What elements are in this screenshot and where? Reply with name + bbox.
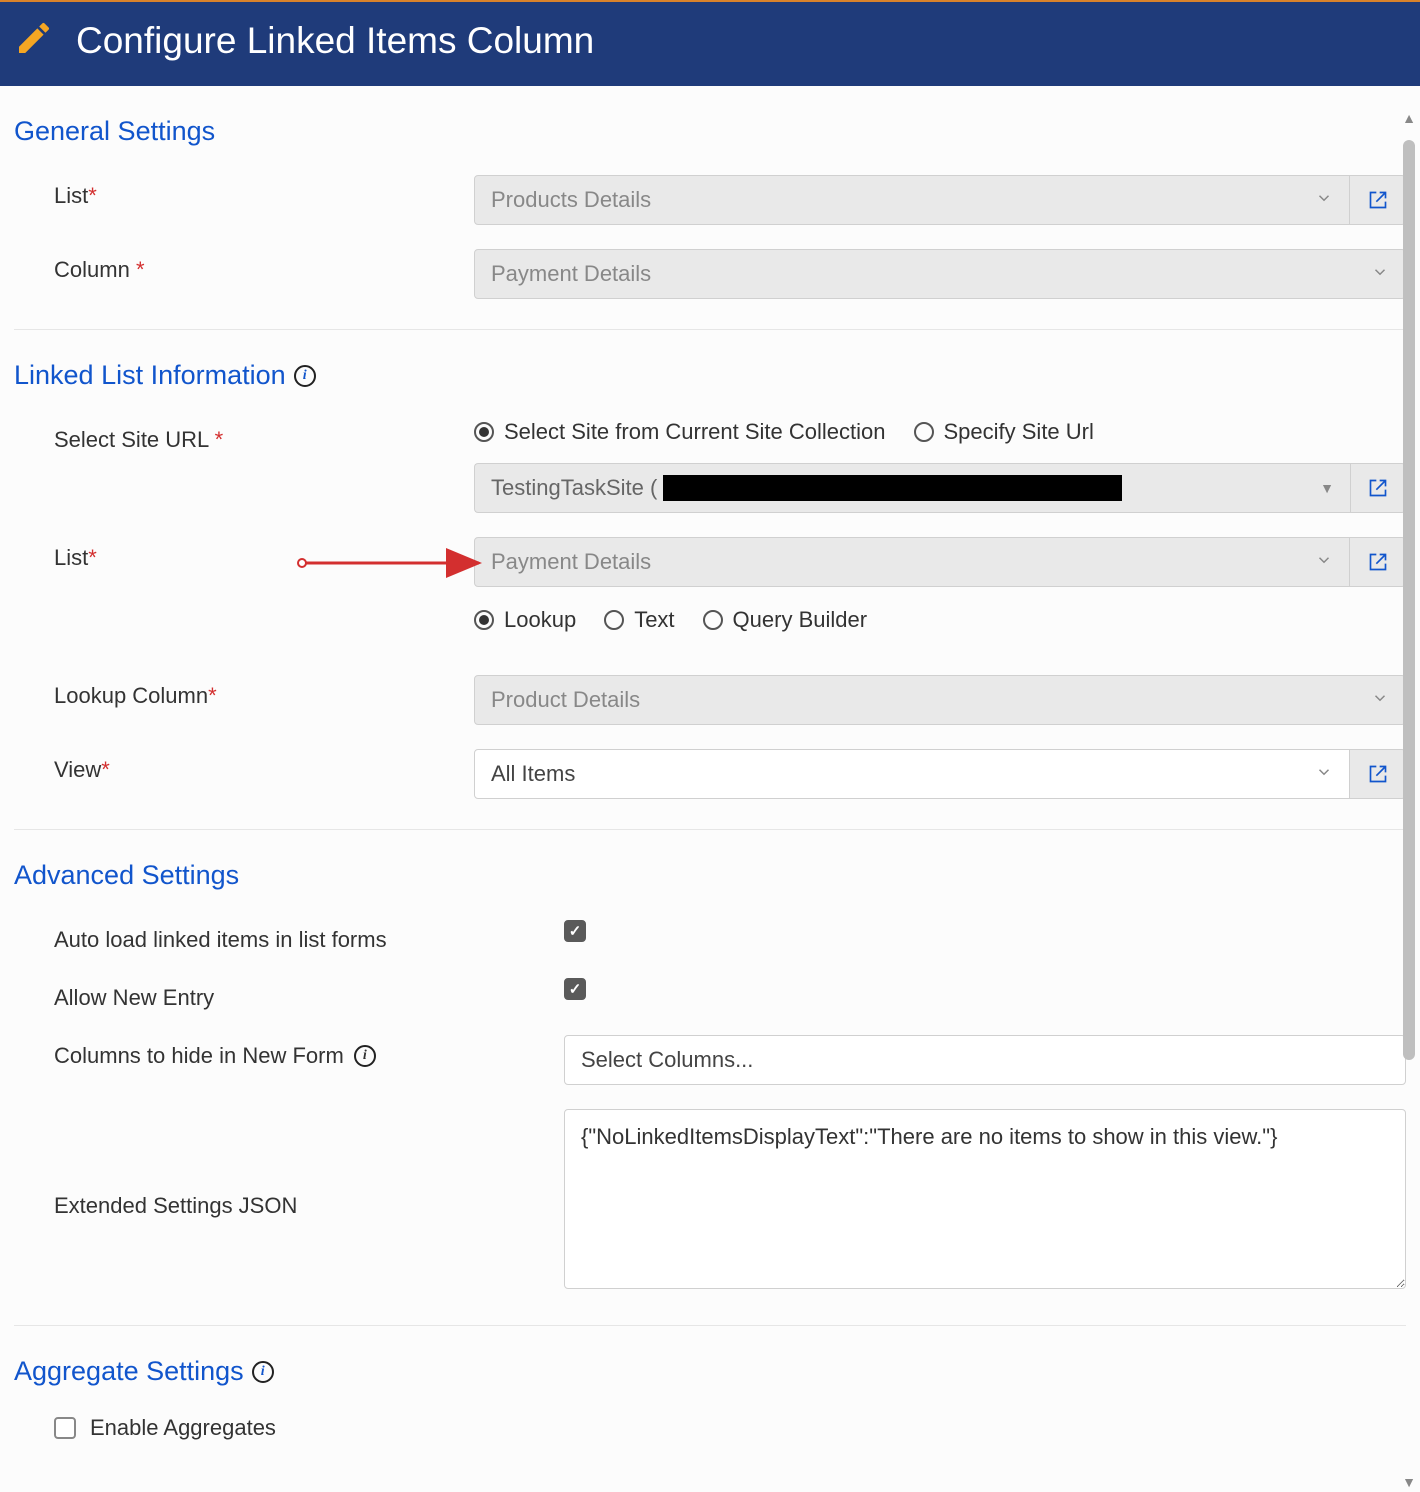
section-heading-linked: Linked List Information [14, 360, 1406, 391]
lookup-column-label: Lookup Column [54, 683, 208, 708]
scroll-down-icon[interactable]: ▼ [1402, 1474, 1416, 1490]
section-heading-general: General Settings [14, 116, 1406, 147]
chevron-down-icon [1371, 261, 1389, 287]
info-icon[interactable] [252, 1361, 274, 1383]
radio-mode-lookup[interactable]: Lookup [474, 607, 576, 633]
section-heading-aggregate: Aggregate Settings [14, 1356, 1406, 1387]
radio-site-current[interactable]: Select Site from Current Site Collection [474, 419, 886, 445]
radio-mode-query-builder[interactable]: Query Builder [703, 607, 868, 633]
list-select[interactable]: Products Details [474, 175, 1350, 225]
extended-json-textarea[interactable] [564, 1109, 1406, 1289]
info-icon[interactable] [354, 1045, 376, 1067]
radio-icon [703, 610, 723, 630]
column-label: Column [54, 257, 130, 282]
radio-icon [914, 422, 934, 442]
divider [14, 329, 1406, 330]
section-heading-advanced: Advanced Settings [14, 860, 1406, 891]
pencil-icon [14, 18, 54, 64]
dialog-header: Configure Linked Items Column [0, 0, 1420, 86]
autoload-label: Auto load linked items in list forms [54, 927, 387, 952]
chevron-down-icon [1315, 549, 1333, 575]
scroll-thumb[interactable] [1403, 140, 1415, 1060]
site-select[interactable]: TestingTaskSite ( /sites/NehaTraining/Te… [474, 463, 1350, 513]
extended-json-label: Extended Settings JSON [54, 1193, 297, 1218]
radio-icon [604, 610, 624, 630]
info-icon[interactable] [294, 365, 316, 387]
chevron-down-icon [1371, 687, 1389, 713]
radio-site-specify[interactable]: Specify Site Url [914, 419, 1094, 445]
site-url-label: Select Site URL [54, 427, 208, 452]
allow-new-label: Allow New Entry [54, 985, 214, 1010]
column-select[interactable]: Payment Details [474, 249, 1406, 299]
allow-new-checkbox[interactable] [564, 978, 586, 1000]
view-label: View [54, 757, 101, 782]
dialog-title: Configure Linked Items Column [76, 20, 594, 62]
divider [14, 829, 1406, 830]
list-label: List [54, 183, 88, 208]
enable-aggregates-label: Enable Aggregates [90, 1415, 276, 1441]
redacted-text: /sites/NehaTraining/TestingTaskSite) (th… [663, 475, 1121, 501]
linked-list-label: List [54, 545, 88, 570]
caret-down-icon: ▼ [1320, 480, 1334, 496]
chevron-down-icon [1315, 187, 1333, 213]
view-select[interactable]: All Items [474, 749, 1350, 799]
radio-icon [474, 610, 494, 630]
linked-list-select[interactable]: Payment Details [474, 537, 1350, 587]
enable-aggregates-checkbox[interactable] [54, 1417, 76, 1439]
radio-icon [474, 422, 494, 442]
columns-hide-select[interactable]: Select Columns... [564, 1035, 1406, 1085]
scroll-up-icon[interactable]: ▲ [1402, 110, 1416, 126]
lookup-column-select[interactable]: Product Details [474, 675, 1406, 725]
columns-hide-label: Columns to hide in New Form [54, 1043, 344, 1069]
divider [14, 1325, 1406, 1326]
autoload-checkbox[interactable] [564, 920, 586, 942]
radio-mode-text[interactable]: Text [604, 607, 674, 633]
chevron-down-icon [1315, 761, 1333, 787]
vertical-scrollbar[interactable]: ▲ ▼ [1398, 110, 1420, 1490]
